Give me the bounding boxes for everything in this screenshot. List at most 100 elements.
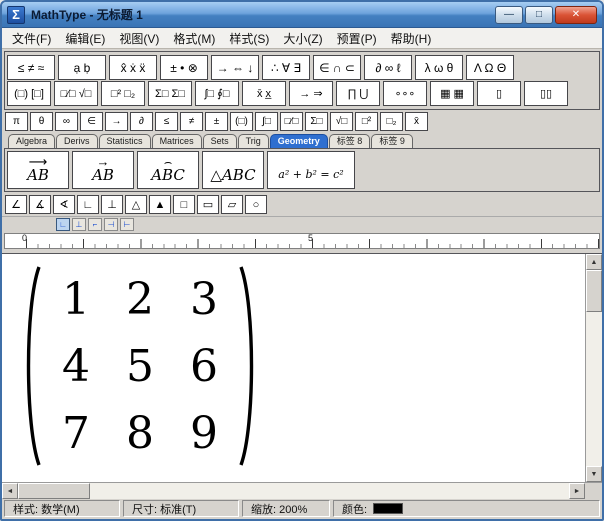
tab[interactable]: Sets (203, 134, 237, 148)
vertical-scrollbar[interactable]: ▲ ▼ (585, 254, 602, 482)
menu-item[interactable]: 格式(M) (166, 28, 222, 49)
titlebar: Σ MathType - 无标题 1 — □ ✕ (2, 2, 602, 28)
menu-item[interactable]: 文件(F) (5, 28, 58, 49)
geom-triangle-filled[interactable]: ▲ (149, 195, 171, 214)
tab[interactable]: Statistics (99, 134, 151, 148)
box-template-palette-1[interactable]: ▯ (477, 81, 521, 106)
logic-symbols-palette[interactable]: ∴ ∀ ∃ (262, 55, 310, 80)
operator-symbols-palette[interactable]: ± • ⊗ (160, 55, 208, 80)
geom-parallelogram[interactable]: ▱ (221, 195, 243, 214)
geom-circle[interactable]: ○ (245, 195, 267, 214)
arrow-symbols-palette[interactable]: → ⇔ ↓ (211, 55, 259, 80)
template-vector-ab[interactable]: ⟶ AB (7, 151, 69, 189)
small-template-sum[interactable]: Σ□ (305, 112, 328, 131)
vertical-scroll-thumb[interactable] (586, 270, 602, 312)
geom-right-angle[interactable]: ∟ (77, 195, 99, 214)
geom-measured-angle[interactable]: ∡ (29, 195, 51, 214)
ruler[interactable]: 0 5 (4, 233, 600, 249)
small-symbol-infinity[interactable]: ∞ (55, 112, 78, 131)
set-theory-symbols-palette[interactable]: ∈ ∩ ⊂ (313, 55, 361, 80)
menu-item[interactable]: 帮助(H) (384, 28, 439, 49)
scroll-right-icon[interactable]: ► (569, 483, 585, 499)
horizontal-scroll-thumb[interactable] (18, 483, 90, 499)
small-symbol-element-of[interactable]: ∈ (80, 112, 103, 131)
fraction-radical-templates-palette[interactable]: □⁄□ √□ (54, 81, 98, 106)
small-symbol-theta[interactable]: θ (30, 112, 53, 131)
matrix-cell: 1 (44, 266, 108, 333)
equation-canvas[interactable]: 1 2 3 4 5 6 7 (2, 254, 585, 482)
greek-uppercase-palette[interactable]: Λ Ω Θ (466, 55, 514, 80)
tab-stop-right[interactable]: ⌐ (88, 218, 102, 231)
embellishments-palette[interactable]: x̂ ẋ ẍ (109, 55, 157, 80)
menu-item[interactable]: 视图(V) (112, 28, 166, 49)
menu-item[interactable]: 样式(S) (222, 28, 276, 49)
bar-templates-palette[interactable]: x̄ x̲ (242, 81, 286, 106)
fence-templates-palette[interactable]: (□) [□] (7, 81, 51, 106)
status-style[interactable]: 样式: 数学(M) (4, 500, 120, 517)
tab[interactable]: Matrices (152, 134, 202, 148)
geom-square[interactable]: □ (173, 195, 195, 214)
labeled-arrow-templates-palette[interactable]: → ⇒ (289, 81, 333, 106)
greek-lowercase-palette[interactable]: λ ω θ (415, 55, 463, 80)
minimize-button[interactable]: — (495, 6, 523, 24)
template-arc-abc[interactable]: ⌢ ABC (137, 151, 199, 189)
matrix-grid-templates-palette[interactable]: ▦ ▦ (430, 81, 474, 106)
integral-templates-palette[interactable]: ∫□ ∮□ (195, 81, 239, 106)
small-template-overbar[interactable]: x̄ (405, 112, 428, 131)
scroll-down-icon[interactable]: ▼ (586, 466, 602, 482)
misc-symbols-palette[interactable]: ∂ ∞ ℓ (364, 55, 412, 80)
scroll-up-icon[interactable]: ▲ (586, 254, 602, 270)
small-symbol-partial[interactable]: ∂ (130, 112, 153, 131)
small-template-radical[interactable]: √□ (330, 112, 353, 131)
sum-templates-palette[interactable]: Σ□ Σ□ (148, 81, 192, 106)
box-template-palette-2[interactable]: ▯▯ (524, 81, 568, 106)
horizontal-scrollbar[interactable]: ◄ ► (2, 482, 602, 499)
maximize-button[interactable]: □ (525, 6, 553, 24)
small-symbol-neq[interactable]: ≠ (180, 112, 203, 131)
horizontal-scroll-track[interactable] (90, 483, 569, 499)
matrix-templates-palette[interactable]: ∘∘∘ (383, 81, 427, 106)
template-pythagorean[interactable]: a² + b² = c² (267, 151, 355, 189)
script-templates-palette[interactable]: □² □₂ (101, 81, 145, 106)
geom-rectangle[interactable]: ▭ (197, 195, 219, 214)
tab[interactable]: Trig (238, 134, 269, 148)
small-symbol-plus-minus[interactable]: ± (205, 112, 228, 131)
spaces-ellipses-palette[interactable]: ạ ḅ (58, 55, 106, 80)
small-template-parentheses[interactable]: (□) (230, 112, 253, 131)
menu-item[interactable]: 预置(P) (330, 28, 384, 49)
relational-symbols-palette[interactable]: ≤ ≠ ≈ (7, 55, 55, 80)
tab-stop-decimal[interactable]: ⊣ (104, 218, 118, 231)
tab[interactable]: 标签 8 (329, 134, 371, 148)
tab[interactable]: Geometry (270, 134, 328, 148)
product-set-templates-palette[interactable]: ∏ ⋃ (336, 81, 380, 106)
scroll-left-icon[interactable]: ◄ (2, 483, 18, 499)
status-zoom[interactable]: 缩放: 200% (242, 500, 330, 517)
template-palette-row: (□) [□] □⁄□ √□ □² □₂ Σ□ Σ□ ∫□ ∮□ x̄ x̲ →… (7, 81, 597, 106)
small-template-subscript[interactable]: □₂ (380, 112, 403, 131)
template-triangle-abc[interactable]: △ABC (202, 151, 264, 189)
menu-item[interactable]: 大小(Z) (276, 28, 329, 49)
small-template-integral[interactable]: ∫□ (255, 112, 278, 131)
small-symbol-leq[interactable]: ≤ (155, 112, 178, 131)
status-size[interactable]: 尺寸: 标准(T) (123, 500, 239, 517)
geom-spherical-angle[interactable]: ∢ (53, 195, 75, 214)
geom-angle[interactable]: ∠ (5, 195, 27, 214)
small-symbol-right-arrow[interactable]: → (105, 112, 128, 131)
small-template-fraction[interactable]: □⁄□ (280, 112, 303, 131)
geom-perpendicular[interactable]: ⊥ (101, 195, 123, 214)
small-template-superscript[interactable]: □² (355, 112, 378, 131)
template-ray-ab[interactable]: → AB (72, 151, 134, 189)
tab-stop-bar[interactable]: ⊢ (120, 218, 134, 231)
tab[interactable]: Derivs (56, 134, 98, 148)
tab[interactable]: Algebra (8, 134, 55, 148)
status-color[interactable]: 颜色: (333, 500, 600, 517)
matrix-cell: 8 (108, 400, 172, 467)
vertical-scroll-track[interactable] (586, 312, 602, 466)
close-button[interactable]: ✕ (555, 6, 597, 24)
geom-triangle-outline[interactable]: △ (125, 195, 147, 214)
small-symbol-pi[interactable]: π (5, 112, 28, 131)
tab-stop-center[interactable]: ⊥ (72, 218, 86, 231)
tab[interactable]: 标签 9 (371, 134, 413, 148)
menu-item[interactable]: 编辑(E) (58, 28, 112, 49)
tab-stop-left[interactable]: ∟ (56, 218, 70, 231)
